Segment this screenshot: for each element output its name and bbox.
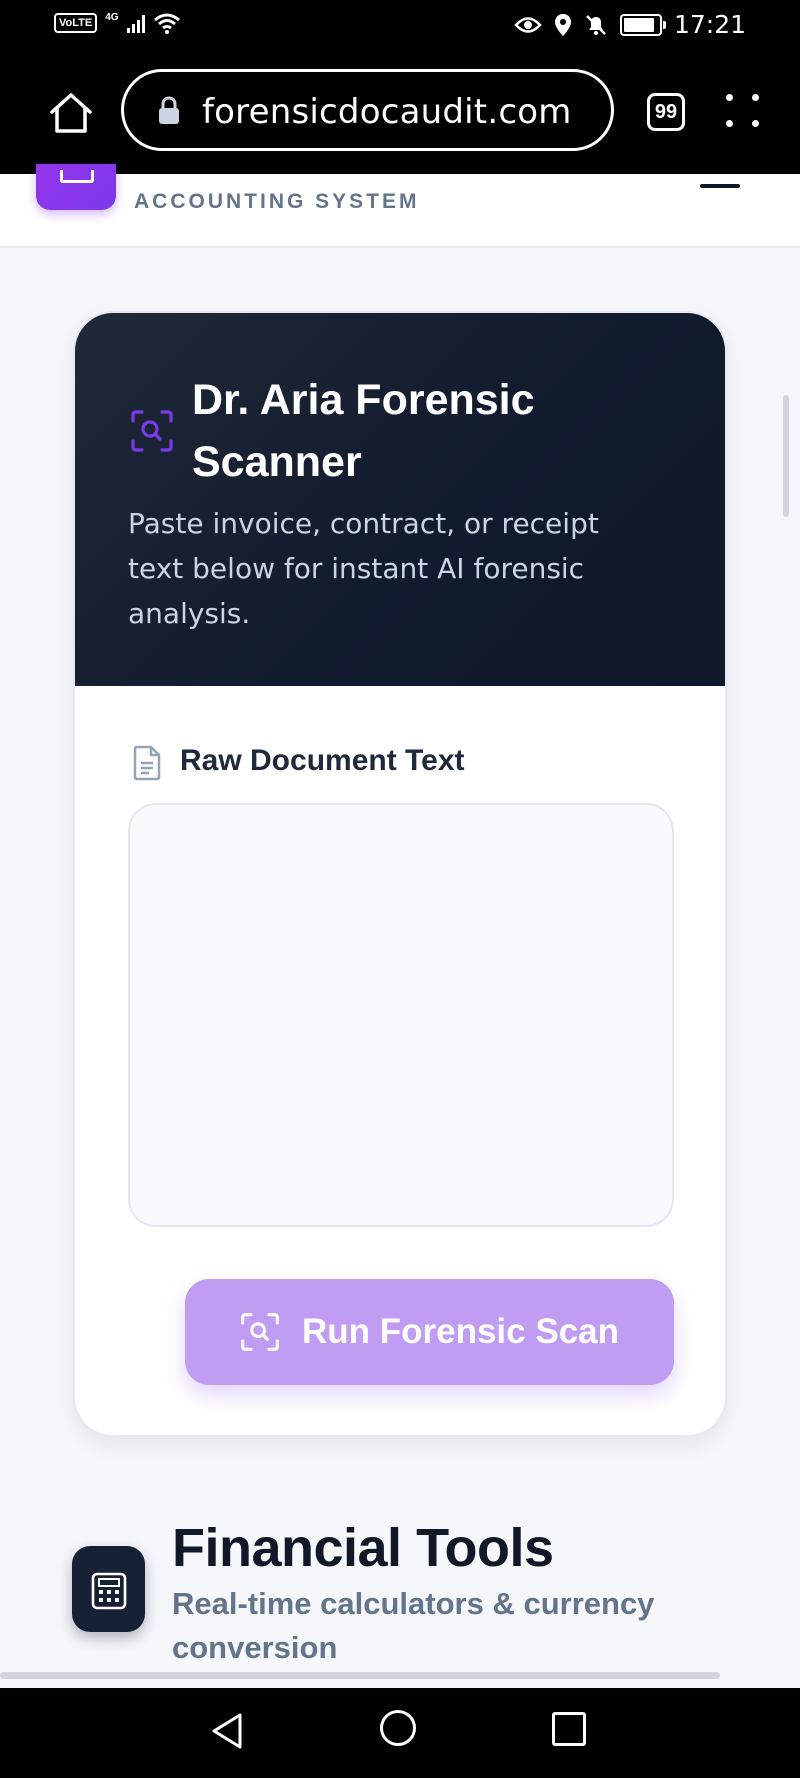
site-header: ACCOUNTING SYSTEM <box>0 164 800 248</box>
scan-button-label: Run Forensic Scan <box>301 1312 620 1351</box>
home-nav-icon[interactable] <box>380 1710 416 1746</box>
brand-logo[interactable] <box>36 164 116 210</box>
raw-document-textarea[interactable] <box>128 803 674 1227</box>
run-forensic-scan-button[interactable]: Run Forensic Scan <box>185 1279 674 1385</box>
tab-switcher-button[interactable]: 99 <box>647 93 685 131</box>
financial-tools-heading: Financial Tools <box>172 1518 554 1578</box>
status-right: 17:21 <box>514 10 746 39</box>
home-icon[interactable] <box>48 90 94 136</box>
more-menu-icon[interactable] <box>726 94 760 128</box>
system-nav-bar <box>0 1688 800 1778</box>
url-text[interactable]: forensicdocaudit.com <box>202 92 572 132</box>
scanner-subtitle: Paste invoice, contract, or receipt text… <box>128 507 599 630</box>
battery-icon <box>619 13 666 36</box>
calculator-icon[interactable] <box>72 1546 145 1632</box>
raw-document-label: Raw Document Text <box>180 744 465 777</box>
signal-icon <box>126 13 145 33</box>
document-icon <box>133 745 161 781</box>
recent-apps-icon[interactable] <box>552 1712 586 1746</box>
scanner-card-header: Dr. Aria Forensic Scanner Paste invoice,… <box>75 313 725 686</box>
scanner-title: Dr. Aria Forensic Scanner <box>192 376 535 486</box>
horizontal-scrollbar[interactable] <box>0 1672 720 1679</box>
location-icon <box>554 13 571 36</box>
clock: 17:21 <box>673 10 746 39</box>
network-type: 4G <box>105 11 119 23</box>
browser-toolbar: forensicdocaudit.com 99 <box>0 52 800 174</box>
forensic-scanner-card: Dr. Aria Forensic Scanner Paste invoice,… <box>73 311 727 1437</box>
bell-muted-icon <box>586 14 606 35</box>
volte-badge: VoLTE <box>54 13 98 33</box>
back-icon[interactable] <box>210 1712 244 1750</box>
eye-icon <box>514 16 542 33</box>
address-bar[interactable]: forensicdocaudit.com <box>121 69 614 151</box>
lock-icon <box>159 96 179 124</box>
wifi-icon <box>153 13 180 34</box>
vertical-scrollbar[interactable] <box>783 395 789 517</box>
financial-tools-subtitle: Real-time calculators & currency convers… <box>172 1586 655 1665</box>
scan-search-icon <box>241 1313 279 1351</box>
scan-search-icon <box>131 410 173 452</box>
status-bar: VoLTE 4G 17:21 <box>0 0 800 52</box>
brand-tagline: ACCOUNTING SYSTEM <box>134 190 420 213</box>
status-left: VoLTE 4G <box>54 12 181 34</box>
hamburger-menu-icon[interactable] <box>700 184 742 190</box>
